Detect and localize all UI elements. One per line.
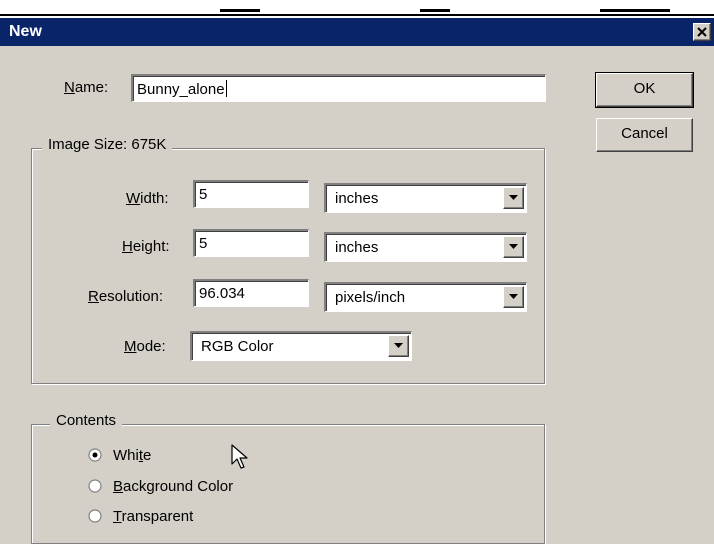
width-label: Width: — [126, 190, 169, 207]
mode-label: Mode: — [124, 338, 166, 355]
mouse-pointer-icon — [231, 444, 248, 469]
chevron-down-icon — [509, 294, 518, 299]
background-mark — [600, 9, 670, 12]
resolution-unit-select[interactable]: pixels/inch — [324, 282, 527, 312]
resolution-label: Resolution: — [88, 288, 164, 305]
width-unit-value: inches — [335, 190, 379, 207]
contents-group — [31, 424, 545, 544]
height-input[interactable]: 5 — [193, 229, 309, 257]
background-mark — [220, 9, 260, 12]
background-mark — [420, 9, 450, 12]
title-bar[interactable]: New — [0, 18, 714, 46]
close-button[interactable] — [693, 23, 711, 41]
close-icon — [697, 27, 707, 37]
width-input[interactable]: 5 — [193, 180, 309, 208]
width-unit-dropdown-button[interactable] — [503, 187, 524, 209]
radio-label-white[interactable]: White — [113, 447, 151, 464]
background-window-edge — [0, 0, 714, 18]
radio-label-transparent[interactable]: Transparent — [113, 508, 193, 525]
name-input[interactable]: Bunny_alone — [131, 74, 546, 102]
radio-label-background-color[interactable]: Background Color — [113, 478, 233, 495]
background-divider — [0, 14, 714, 16]
new-document-dialog: New Name: Bunny_alone OK Cancel Image Si… — [0, 18, 714, 544]
resolution-input[interactable]: 96.034 — [193, 279, 309, 307]
ok-button[interactable]: OK — [595, 72, 694, 108]
width-value: 5 — [199, 186, 208, 203]
radio-button-icon[interactable] — [88, 448, 102, 462]
resolution-value: 96.034 — [199, 285, 245, 302]
image-size-legend: Image Size: 675K — [42, 136, 173, 153]
chevron-down-icon — [509, 195, 518, 200]
height-value: 5 — [199, 235, 208, 252]
height-unit-select[interactable]: inches — [324, 232, 527, 262]
name-value: Bunny_alone — [137, 81, 225, 98]
cancel-button[interactable]: Cancel — [596, 118, 693, 152]
dialog-title: New — [9, 23, 42, 40]
chevron-down-icon — [509, 244, 518, 249]
resolution-unit-value: pixels/inch — [335, 289, 406, 306]
name-label: Name: — [64, 79, 109, 96]
height-unit-dropdown-button[interactable] — [503, 236, 524, 258]
mode-value: RGB Color — [201, 338, 274, 355]
radio-button-icon[interactable] — [88, 479, 102, 493]
height-unit-value: inches — [335, 239, 379, 256]
mode-dropdown-button[interactable] — [388, 335, 409, 357]
height-label: Height: — [122, 238, 170, 255]
contents-legend: Contents — [50, 412, 123, 429]
text-caret — [225, 80, 227, 97]
mode-select[interactable]: RGB Color — [190, 331, 412, 361]
chevron-down-icon — [394, 343, 403, 348]
radio-button-icon[interactable] — [88, 509, 102, 523]
resolution-unit-dropdown-button[interactable] — [503, 286, 524, 308]
width-unit-select[interactable]: inches — [324, 183, 527, 213]
